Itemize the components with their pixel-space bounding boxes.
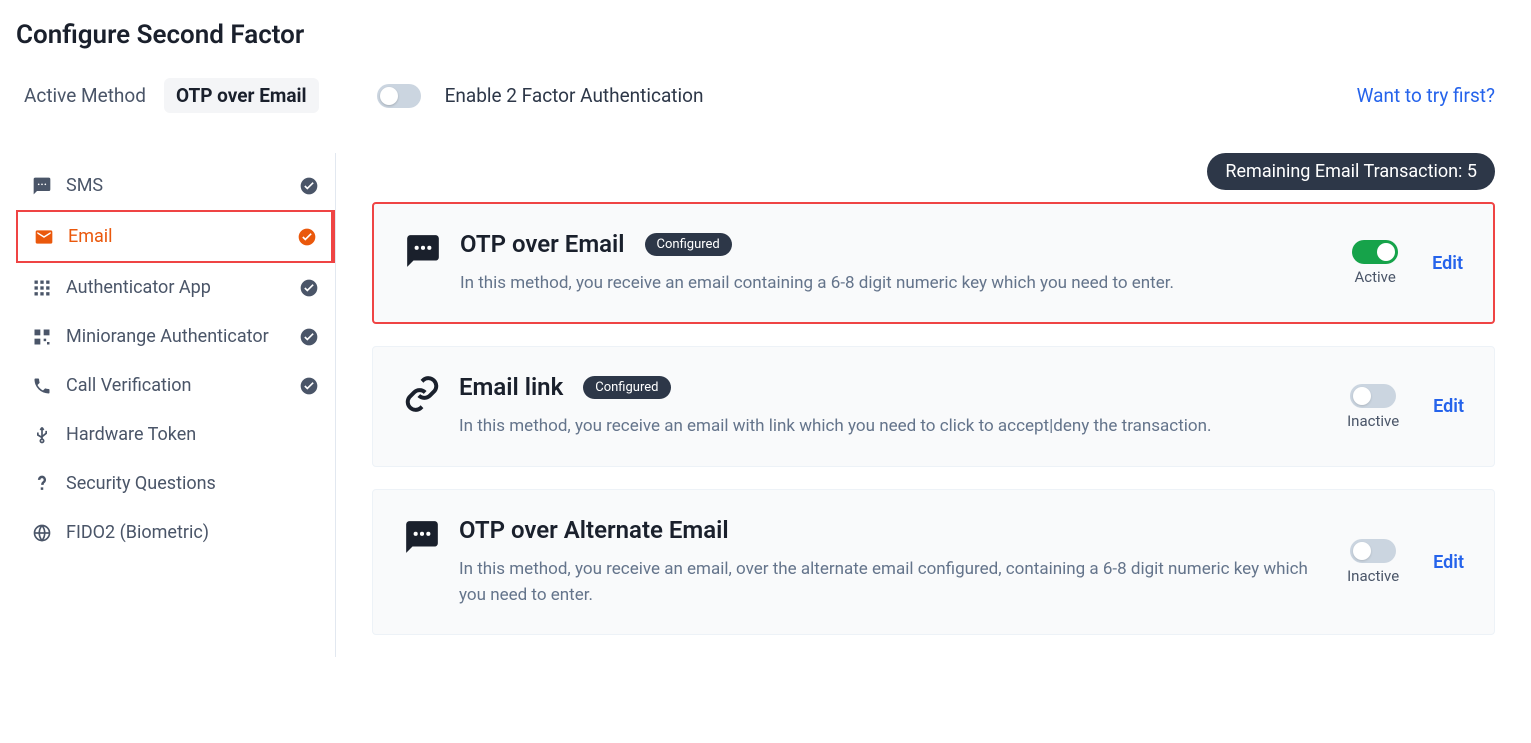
method-toggle[interactable] bbox=[1350, 539, 1396, 563]
check-icon bbox=[299, 176, 319, 196]
method-card-email-link: Email link Configured In this method, you … bbox=[372, 346, 1495, 466]
configured-badge: Configured bbox=[645, 233, 732, 256]
method-state-label: Inactive bbox=[1347, 412, 1399, 430]
method-toggle[interactable] bbox=[1352, 240, 1398, 264]
sidebar-item-label: Authenticator App bbox=[66, 277, 285, 298]
sidebar-item-label: SMS bbox=[66, 175, 285, 196]
grid-icon bbox=[32, 278, 52, 298]
sidebar-item-label: Security Questions bbox=[66, 473, 319, 494]
phone-icon bbox=[32, 376, 52, 396]
edit-link[interactable]: Edit bbox=[1433, 396, 1464, 417]
sidebar-item-fido2-biometric-[interactable]: FIDO2 (Biometric) bbox=[16, 508, 335, 557]
sidebar-item-sms[interactable]: SMS bbox=[16, 161, 335, 210]
method-description: In this method, you receive an email wit… bbox=[459, 413, 1329, 439]
method-state-label: Inactive bbox=[1347, 567, 1399, 585]
sidebar-item-label: Call Verification bbox=[66, 375, 285, 396]
method-title: OTP over Alternate Email bbox=[459, 516, 729, 544]
sidebar-item-hardware-token[interactable]: Hardware Token bbox=[16, 410, 335, 459]
method-toggle[interactable] bbox=[1350, 384, 1396, 408]
check-icon bbox=[299, 278, 319, 298]
usb-icon bbox=[32, 425, 52, 445]
active-method-value: OTP over Email bbox=[164, 78, 319, 113]
edit-link[interactable]: Edit bbox=[1433, 552, 1464, 573]
header-row: Active Method OTP over Email Enable 2 Fa… bbox=[16, 78, 1511, 113]
sidebar-item-label: FIDO2 (Biometric) bbox=[66, 522, 319, 543]
email-icon bbox=[34, 227, 54, 247]
sidebar-item-label: Email bbox=[68, 226, 283, 247]
check-icon bbox=[297, 227, 317, 247]
sidebar-item-security-questions[interactable]: Security Questions bbox=[16, 459, 335, 508]
method-title: OTP over Email bbox=[460, 230, 625, 258]
method-card-otp-over-email: OTP over Email Configured In this method, … bbox=[372, 202, 1495, 324]
sidebar: SMS Email Authenticator App Miniorange Auth… bbox=[16, 153, 336, 657]
remaining-badge: Remaining Email Transaction: 5 bbox=[1207, 153, 1495, 190]
main-panel: Remaining Email Transaction: 5 OTP over … bbox=[372, 153, 1511, 657]
enable-2fa-toggle[interactable] bbox=[377, 84, 421, 108]
method-state-label: Active bbox=[1354, 268, 1395, 286]
sidebar-item-email[interactable]: Email bbox=[16, 210, 335, 263]
chat-icon bbox=[403, 518, 441, 552]
sms-icon bbox=[32, 176, 52, 196]
globe-icon bbox=[32, 523, 52, 543]
method-title: Email link bbox=[459, 373, 563, 401]
page-title: Configure Second Factor bbox=[16, 20, 1511, 50]
try-first-link[interactable]: Want to try first? bbox=[1357, 84, 1511, 107]
enable-2fa-label: Enable 2 Factor Authentication bbox=[445, 84, 704, 107]
edit-link[interactable]: Edit bbox=[1432, 253, 1463, 274]
sidebar-item-call-verification[interactable]: Call Verification bbox=[16, 361, 335, 410]
sidebar-item-miniorange-authenticator[interactable]: Miniorange Authenticator bbox=[16, 312, 335, 361]
check-icon bbox=[299, 376, 319, 396]
sidebar-item-authenticator-app[interactable]: Authenticator App bbox=[16, 263, 335, 312]
method-description: In this method, you receive an email con… bbox=[460, 270, 1334, 296]
link-icon bbox=[403, 375, 441, 409]
chat-icon bbox=[404, 232, 442, 266]
check-icon bbox=[299, 327, 319, 347]
question-icon bbox=[32, 474, 52, 494]
method-card-otp-over-alternate-email: OTP over Alternate Email In this method, … bbox=[372, 489, 1495, 636]
qr-icon bbox=[32, 327, 52, 347]
method-description: In this method, you receive an email, ov… bbox=[459, 556, 1329, 609]
active-method-label: Active Method bbox=[24, 84, 146, 107]
configured-badge: Configured bbox=[583, 376, 670, 399]
sidebar-item-label: Hardware Token bbox=[66, 424, 319, 445]
sidebar-item-label: Miniorange Authenticator bbox=[66, 326, 285, 347]
